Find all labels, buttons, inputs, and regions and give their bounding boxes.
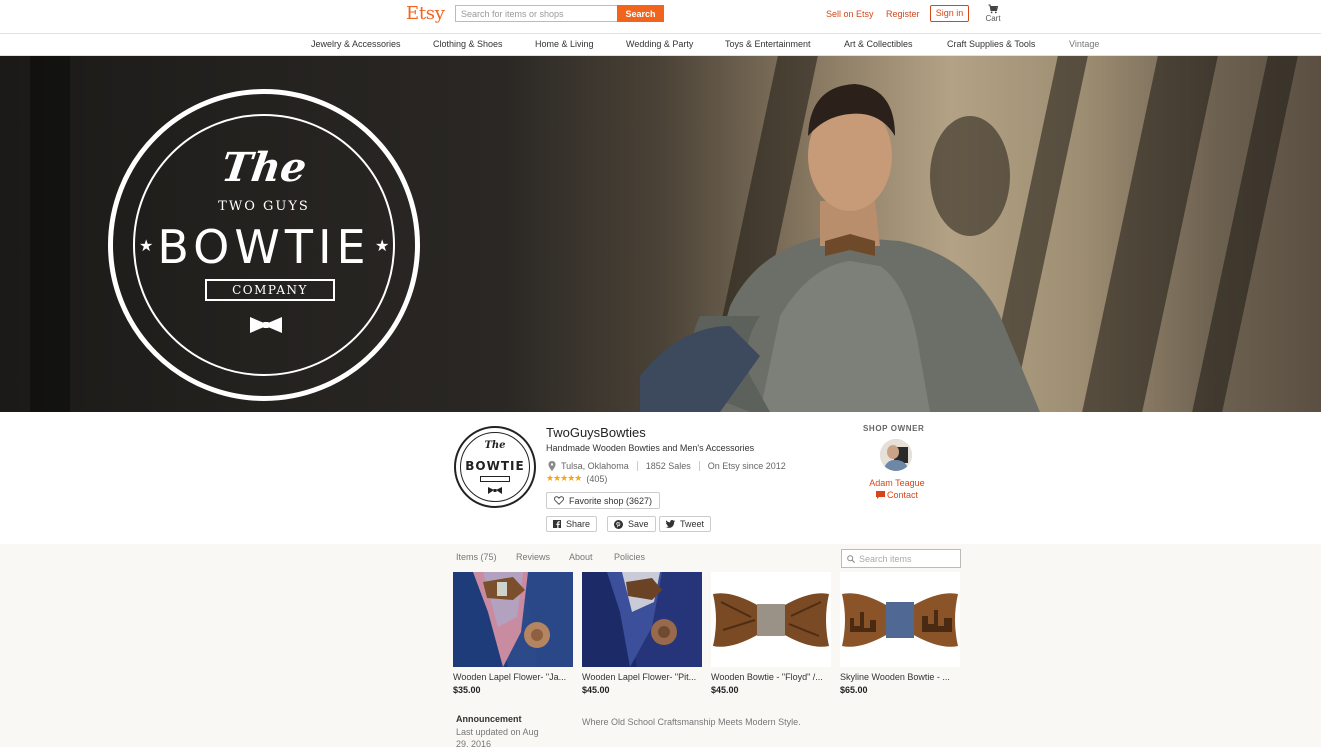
category-art[interactable]: Art & Collectibles — [844, 39, 913, 49]
tab-policies[interactable]: Policies — [614, 552, 645, 562]
divider — [698, 461, 700, 471]
shop-rating[interactable]: ★★★★★ (405) — [546, 473, 607, 484]
tab-about[interactable]: About — [569, 552, 593, 562]
category-wedding[interactable]: Wedding & Party — [626, 39, 693, 49]
listing-image[interactable] — [453, 572, 573, 667]
listing-title[interactable]: Wooden Bowtie - "Floyd" /... — [711, 672, 829, 682]
avatar-bowtie-text: BOWTIE — [465, 459, 525, 473]
listing-card[interactable]: Wooden Lapel Flower- "Pit... $45.00 — [582, 572, 702, 695]
shop-name: TwoGuysBowties — [546, 425, 646, 440]
tweet-label: Tweet — [680, 519, 705, 529]
shop-location: Tulsa, Oklahoma — [561, 461, 629, 471]
banner-shop-logo: The TWO GUYS ★ BOWTIE ★ COMPANY — [108, 89, 420, 401]
category-clothing[interactable]: Clothing & Shoes — [433, 39, 503, 49]
listing-card[interactable]: Skyline Wooden Bowtie - ... $65.00 — [840, 572, 960, 695]
shop-tagline: Handmade Wooden Bowties and Men's Access… — [546, 443, 755, 453]
announcement-text: Where Old School Craftsmanship Meets Mod… — [582, 717, 801, 727]
shop-since: On Etsy since 2012 — [707, 461, 786, 471]
listing-image[interactable] — [582, 572, 702, 667]
register-link[interactable]: Register — [886, 9, 920, 19]
shop-owner-title: SHOP OWNER — [863, 424, 925, 433]
listing-price: $65.00 — [840, 685, 868, 695]
heart-icon — [554, 496, 564, 505]
listing-price: $45.00 — [711, 685, 739, 695]
logo-two-guys-text: TWO GUYS — [218, 199, 310, 214]
items-search — [841, 549, 961, 568]
wooden-bowtie-photo — [711, 572, 831, 667]
shop-sales[interactable]: 1852 Sales — [646, 461, 691, 471]
category-nav: Jewelry & Accessories Clothing & Shoes H… — [0, 35, 1321, 56]
listing-title[interactable]: Wooden Lapel Flower- "Pit... — [582, 672, 700, 682]
listing-price: $35.00 — [453, 685, 481, 695]
announcement-updated: Last updated on Aug 29, 2016 — [456, 727, 539, 747]
facebook-icon — [553, 520, 561, 528]
lapel-flower-photo — [453, 572, 573, 667]
listing-card[interactable]: Wooden Bowtie - "Floyd" /... $45.00 — [711, 572, 831, 695]
listing-image[interactable] — [711, 572, 831, 667]
avatar-company-banner — [480, 476, 510, 482]
global-search-input[interactable] — [455, 5, 617, 22]
avatar-the-text: The — [484, 440, 506, 451]
share-button[interactable]: Share — [546, 516, 598, 532]
category-home[interactable]: Home & Living — [535, 39, 594, 49]
banner-shadow — [30, 56, 70, 412]
divider — [636, 461, 638, 471]
rating-stars: ★★★★★ — [546, 473, 582, 483]
favorite-shop-label: Favorite shop (3627) — [569, 495, 653, 506]
contact-owner-link[interactable]: Contact — [855, 490, 939, 500]
listing-price: $45.00 — [582, 685, 610, 695]
share-label: Share — [566, 519, 591, 529]
message-icon — [875, 491, 885, 499]
pinterest-icon — [614, 519, 623, 529]
tweet-button[interactable]: Tweet — [659, 516, 712, 532]
location-pin-icon — [548, 461, 556, 471]
save-button[interactable]: Save — [607, 516, 656, 532]
shop-avatar[interactable]: The BOWTIE — [454, 426, 536, 508]
category-jewelry[interactable]: Jewelry & Accessories — [311, 39, 401, 49]
search-icon — [847, 554, 855, 563]
banner-shadow — [1192, 56, 1298, 412]
category-craft[interactable]: Craft Supplies & Tools — [947, 39, 1035, 49]
sign-in-button[interactable]: Sign in — [930, 5, 969, 22]
tab-items[interactable]: Items (75) — [456, 552, 497, 562]
category-vintage[interactable]: Vintage — [1069, 39, 1099, 49]
category-toys[interactable]: Toys & Entertainment — [725, 39, 811, 49]
favorite-shop-button[interactable]: Favorite shop (3627) — [546, 492, 661, 509]
logo-bowtie-text: BOWTIE — [157, 220, 371, 274]
sell-on-etsy-link[interactable]: Sell on Etsy — [826, 9, 874, 19]
announcement-title: Announcement — [456, 714, 522, 724]
etsy-logo[interactable]: Etsy — [406, 3, 445, 24]
shop-banner: The TWO GUYS ★ BOWTIE ★ COMPANY — [0, 56, 1321, 412]
listing-title[interactable]: Skyline Wooden Bowtie - ... — [840, 672, 958, 682]
listing-title[interactable]: Wooden Lapel Flower- "Ja... — [453, 672, 571, 682]
cart-icon — [988, 4, 998, 14]
shop-meta: Tulsa, Oklahoma 1852 Sales On Etsy since… — [548, 461, 786, 471]
bowtie-icon — [488, 487, 502, 494]
banner-photo-man — [640, 84, 1040, 412]
listing-card[interactable]: Wooden Lapel Flower- "Ja... $35.00 — [453, 572, 573, 695]
lapel-flower-photo — [582, 572, 702, 667]
rating-count: (405) — [586, 473, 608, 484]
global-search: Search — [455, 5, 664, 22]
skyline-bowtie-photo — [840, 572, 960, 667]
bowtie-icon — [250, 317, 282, 333]
logo-the-text: The — [218, 144, 310, 191]
top-header: Etsy Search Sell on Etsy Register Sign i… — [0, 0, 1321, 34]
twitter-icon — [666, 520, 675, 528]
contact-label: Contact — [886, 490, 919, 500]
save-label: Save — [628, 519, 649, 529]
cart-button[interactable]: Cart — [983, 4, 1003, 23]
owner-photo — [880, 439, 912, 471]
items-search-input[interactable] — [859, 553, 957, 564]
logo-company-banner: COMPANY — [205, 279, 335, 301]
cart-label: Cart — [985, 14, 1001, 23]
listing-image[interactable] — [840, 572, 960, 667]
star-icon: ★ — [375, 238, 390, 255]
owner-name-link[interactable]: Adam Teague — [855, 478, 939, 488]
owner-avatar[interactable] — [880, 439, 912, 471]
tab-reviews[interactable]: Reviews — [516, 552, 550, 562]
search-button[interactable]: Search — [617, 5, 664, 22]
